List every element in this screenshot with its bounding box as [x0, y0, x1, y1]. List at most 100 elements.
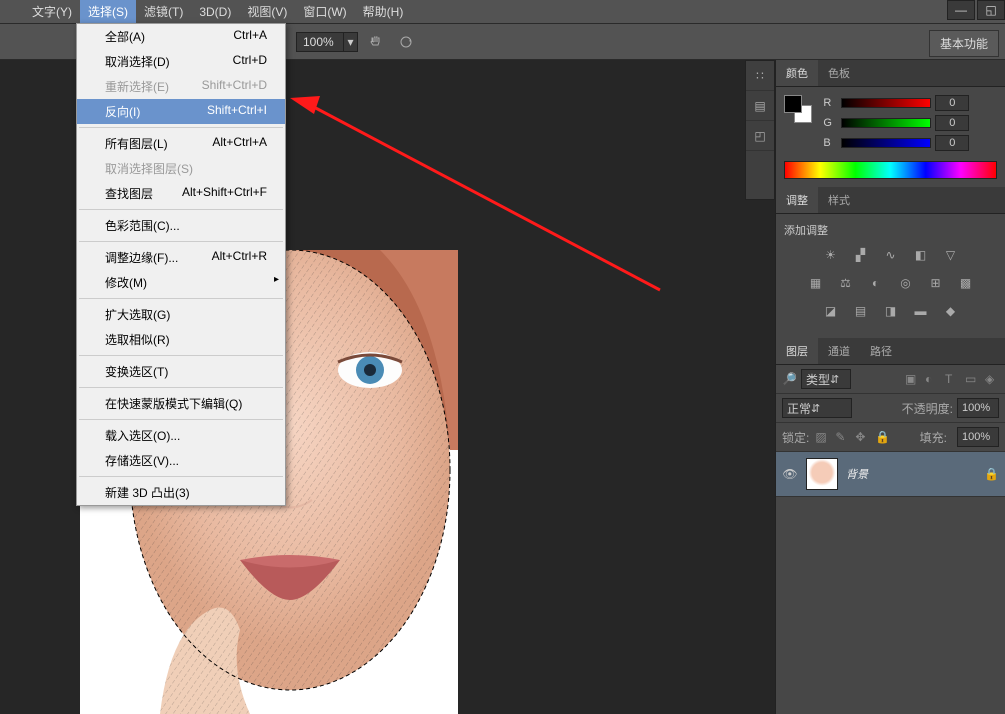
window-controls: — ◱: [945, 0, 1005, 20]
maximize-button[interactable]: ◱: [977, 0, 1005, 20]
lock-indicator-icon: 🔒: [984, 467, 999, 481]
filter-type-dropdown[interactable]: 类型 ⇵: [801, 369, 851, 389]
menu-transform-sel[interactable]: 变换选区(T): [77, 359, 285, 384]
lock-paint-icon[interactable]: ✎: [835, 430, 849, 444]
menu-separator: [79, 419, 283, 420]
bw-icon[interactable]: ◐: [867, 274, 885, 292]
hue-icon[interactable]: ▦: [807, 274, 825, 292]
lookup-icon[interactable]: ▩: [957, 274, 975, 292]
menu-grow[interactable]: 扩大选取(G): [77, 302, 285, 327]
lock-label: 锁定:: [782, 429, 809, 446]
hand-tool-icon[interactable]: [364, 30, 388, 54]
menu-deselect-layers: 取消选择图层(S): [77, 156, 285, 181]
menu-similar[interactable]: 选取相似(R): [77, 327, 285, 352]
g-slider[interactable]: [841, 118, 931, 128]
swatches-tab[interactable]: 色板: [818, 60, 860, 86]
b-label: B: [823, 137, 837, 149]
menubar: 文字(Y) 选择(S) 滤镜(T) 3D(D) 视图(V) 窗口(W) 帮助(H…: [0, 0, 1005, 24]
opacity-label: 不透明度:: [902, 400, 953, 417]
menu-view[interactable]: 视图(V): [239, 0, 295, 23]
filter-shape-icon[interactable]: ▭: [965, 372, 979, 386]
styles-tab[interactable]: 样式: [818, 187, 860, 213]
panel-handle-icon[interactable]: ∷: [746, 61, 774, 91]
g-value[interactable]: 0: [935, 115, 969, 131]
zoom-field[interactable]: 100%: [296, 32, 344, 52]
blend-mode-dropdown[interactable]: 正常 ⇵: [782, 398, 852, 418]
menu-refine-edge[interactable]: 调整边缘(F)...Alt+Ctrl+R: [77, 245, 285, 270]
menu-separator: [79, 127, 283, 128]
menu-prev[interactable]: [8, 9, 24, 15]
menu-help[interactable]: 帮助(H): [355, 0, 412, 23]
g-label: G: [823, 117, 837, 129]
menu-text[interactable]: 文字(Y): [24, 0, 80, 23]
navigator-icon[interactable]: ◰: [746, 121, 774, 151]
color-spectrum[interactable]: [784, 161, 997, 179]
photo-filter-icon[interactable]: ◎: [897, 274, 915, 292]
histogram-icon[interactable]: ▤: [746, 91, 774, 121]
b-value[interactable]: 0: [935, 135, 969, 151]
menu-quickmask[interactable]: 在快速蒙版模式下编辑(Q): [77, 391, 285, 416]
filter-smart-icon[interactable]: ◈: [985, 372, 999, 386]
levels-icon[interactable]: ▞: [852, 246, 870, 264]
layer-background[interactable]: 👁 背景 🔒: [776, 452, 1005, 497]
color-panel-tabs: 颜色 色板: [776, 60, 1005, 87]
menu-color-range[interactable]: 色彩范围(C)...: [77, 213, 285, 238]
vibrance-icon[interactable]: ▽: [942, 246, 960, 264]
menu-load-sel[interactable]: 载入选区(O)...: [77, 423, 285, 448]
menu-separator: [79, 476, 283, 477]
menu-new-3d[interactable]: 新建 3D 凸出(3): [77, 480, 285, 505]
layer-thumbnail[interactable]: [806, 458, 838, 490]
menu-find-layers[interactable]: 查找图层Alt+Shift+Ctrl+F: [77, 181, 285, 206]
menu-all[interactable]: 全部(A)Ctrl+A: [77, 24, 285, 49]
minimize-button[interactable]: —: [947, 0, 975, 20]
menu-3d[interactable]: 3D(D): [191, 2, 239, 22]
filter-type-icon[interactable]: T: [945, 372, 959, 386]
lock-all-icon[interactable]: 🔒: [875, 430, 889, 444]
adjust-title: 添加调整: [784, 222, 997, 238]
invert-icon[interactable]: ◪: [822, 302, 840, 320]
color-panel: R 0 G 0 B 0: [776, 87, 1005, 187]
adjustments-tab[interactable]: 调整: [776, 187, 818, 213]
menu-separator: [79, 387, 283, 388]
menu-filter[interactable]: 滤镜(T): [136, 0, 191, 23]
menu-save-sel[interactable]: 存储选区(V)...: [77, 448, 285, 473]
menu-separator: [79, 241, 283, 242]
filter-pixel-icon[interactable]: ▣: [905, 372, 919, 386]
color-tab[interactable]: 颜色: [776, 60, 818, 86]
layers-tab[interactable]: 图层: [776, 338, 818, 364]
channels-tab[interactable]: 通道: [818, 338, 860, 364]
paths-tab[interactable]: 路径: [860, 338, 902, 364]
opacity-field[interactable]: 100%: [957, 398, 999, 418]
r-slider[interactable]: [841, 98, 931, 108]
selective-icon[interactable]: ◆: [942, 302, 960, 320]
rotate-tool-icon[interactable]: [394, 30, 418, 54]
menu-deselect[interactable]: 取消选择(D)Ctrl+D: [77, 49, 285, 74]
menu-modify[interactable]: 修改(M): [77, 270, 285, 295]
menu-window[interactable]: 窗口(W): [295, 0, 354, 23]
r-value[interactable]: 0: [935, 95, 969, 111]
curves-icon[interactable]: ∿: [882, 246, 900, 264]
menu-all-layers[interactable]: 所有图层(L)Alt+Ctrl+A: [77, 131, 285, 156]
b-slider[interactable]: [841, 138, 931, 148]
fg-bg-swatch[interactable]: [784, 95, 812, 123]
visibility-toggle[interactable]: 👁: [782, 467, 798, 481]
lock-position-icon[interactable]: ✥: [855, 430, 869, 444]
exposure-icon[interactable]: ◧: [912, 246, 930, 264]
zoom-dropdown-arrow[interactable]: ▾: [344, 32, 358, 52]
mixer-icon[interactable]: ⊞: [927, 274, 945, 292]
layer-name[interactable]: 背景: [846, 466, 868, 482]
fill-field[interactable]: 100%: [957, 427, 999, 447]
layers-panel-tabs: 图层 通道 路径: [776, 338, 1005, 365]
fg-color-swatch[interactable]: [784, 95, 802, 113]
gradient-map-icon[interactable]: ▬: [912, 302, 930, 320]
workspace-button[interactable]: 基本功能: [929, 30, 999, 57]
threshold-icon[interactable]: ◨: [882, 302, 900, 320]
lock-transparent-icon[interactable]: ▨: [815, 430, 829, 444]
posterize-icon[interactable]: ▤: [852, 302, 870, 320]
layers-panel: 🔎 类型 ⇵ ▣ ◐ T ▭ ◈ 正常 ⇵ 不透明度: 100% 锁定: ▨ ✎…: [776, 365, 1005, 497]
menu-inverse[interactable]: 反向(I)Shift+Ctrl+I: [77, 99, 285, 124]
filter-adjust-icon[interactable]: ◐: [925, 372, 939, 386]
brightness-icon[interactable]: ☀: [822, 246, 840, 264]
menu-select[interactable]: 选择(S): [80, 0, 136, 23]
balance-icon[interactable]: ⚖: [837, 274, 855, 292]
